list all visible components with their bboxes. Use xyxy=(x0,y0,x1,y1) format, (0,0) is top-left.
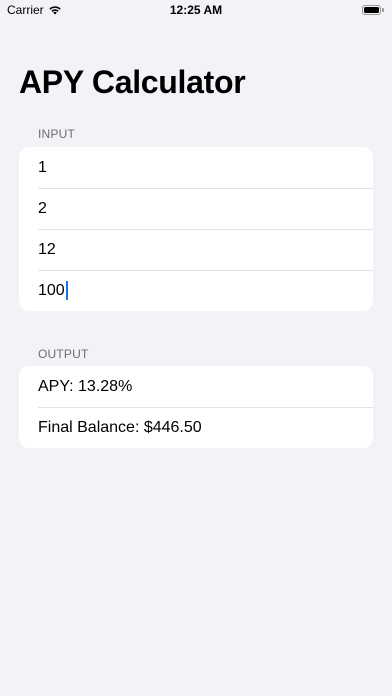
input-field-1[interactable] xyxy=(38,158,338,177)
input-row[interactable] xyxy=(19,229,373,270)
output-row-final-balance: Final Balance: $446.50 xyxy=(19,407,373,448)
input-field-4[interactable]: 100 xyxy=(38,282,65,300)
input-field-3[interactable] xyxy=(38,240,338,259)
page-title: APY Calculator xyxy=(19,64,246,100)
status-bar: Carrier 12:25 AM xyxy=(0,0,392,22)
output-section-header: OUTPUT xyxy=(38,347,89,361)
final-balance-result: Final Balance: $446.50 xyxy=(38,418,202,436)
status-time: 12:25 AM xyxy=(169,3,223,17)
battery-icon xyxy=(362,5,384,15)
text-cursor xyxy=(65,281,68,300)
input-section-header: INPUT xyxy=(38,127,75,141)
input-row[interactable]: 100 xyxy=(19,270,373,311)
output-row-apy: APY: 13.28% xyxy=(19,366,373,407)
apy-result: APY: 13.28% xyxy=(38,377,133,395)
input-row[interactable] xyxy=(19,147,373,188)
input-field-2[interactable] xyxy=(38,199,338,218)
output-group: APY: 13.28% Final Balance: $446.50 xyxy=(19,366,373,448)
input-row[interactable] xyxy=(19,188,373,229)
input-group: 100 xyxy=(19,147,373,311)
